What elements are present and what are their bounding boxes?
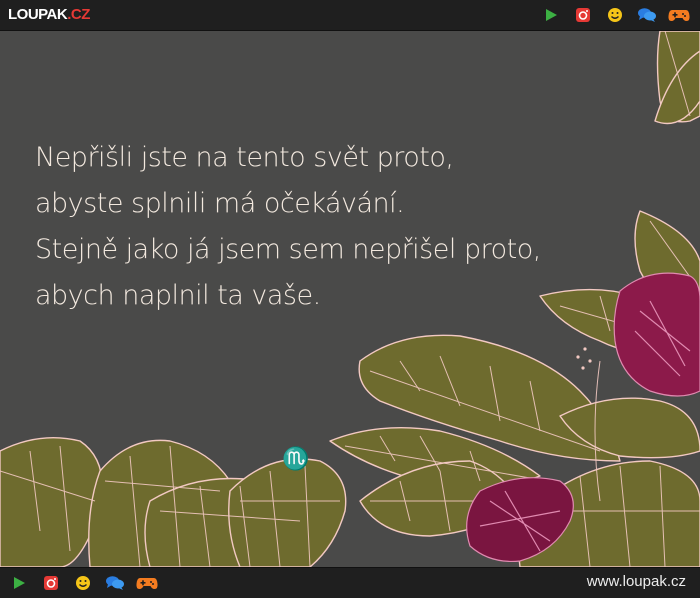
gamepad-icon[interactable] [136, 573, 158, 593]
play-icon[interactable] [540, 5, 562, 25]
zodiac-sign-scorpio: ♏ [282, 447, 310, 472]
chat-icon[interactable] [636, 5, 658, 25]
instagram-icon[interactable] [572, 5, 594, 25]
play-icon[interactable] [8, 573, 30, 593]
chat-icon[interactable] [104, 573, 126, 593]
top-icon-menu [540, 5, 690, 25]
quote-line-1: Nepřišli jste na tento svět proto, [35, 142, 454, 173]
bottom-icon-menu [8, 573, 158, 593]
site-url-link[interactable]: www.loupak.cz [587, 573, 686, 591]
top-navigation-bar: LOUPAK.CZ [0, 0, 700, 31]
quote-line-4: abych naplnil ta vaše. [35, 280, 321, 311]
logo-main-text: LOUPAK [8, 6, 68, 23]
quote-line-2: abyste splnili má očekávání. [35, 188, 405, 219]
quote-image: Nepřišli jste na tento svět proto, abyst… [0, 31, 700, 567]
site-logo[interactable]: LOUPAK.CZ [8, 6, 90, 24]
smiley-icon[interactable] [72, 573, 94, 593]
instagram-icon[interactable] [40, 573, 62, 593]
logo-tld-text: .CZ [67, 6, 90, 23]
quote-line-3: Stejně jako já jsem sem nepřišel proto, [35, 234, 541, 265]
smiley-icon[interactable] [604, 5, 626, 25]
quote-text: Nepřišli jste na tento svět proto, abyst… [35, 135, 635, 319]
gamepad-icon[interactable] [668, 5, 690, 25]
